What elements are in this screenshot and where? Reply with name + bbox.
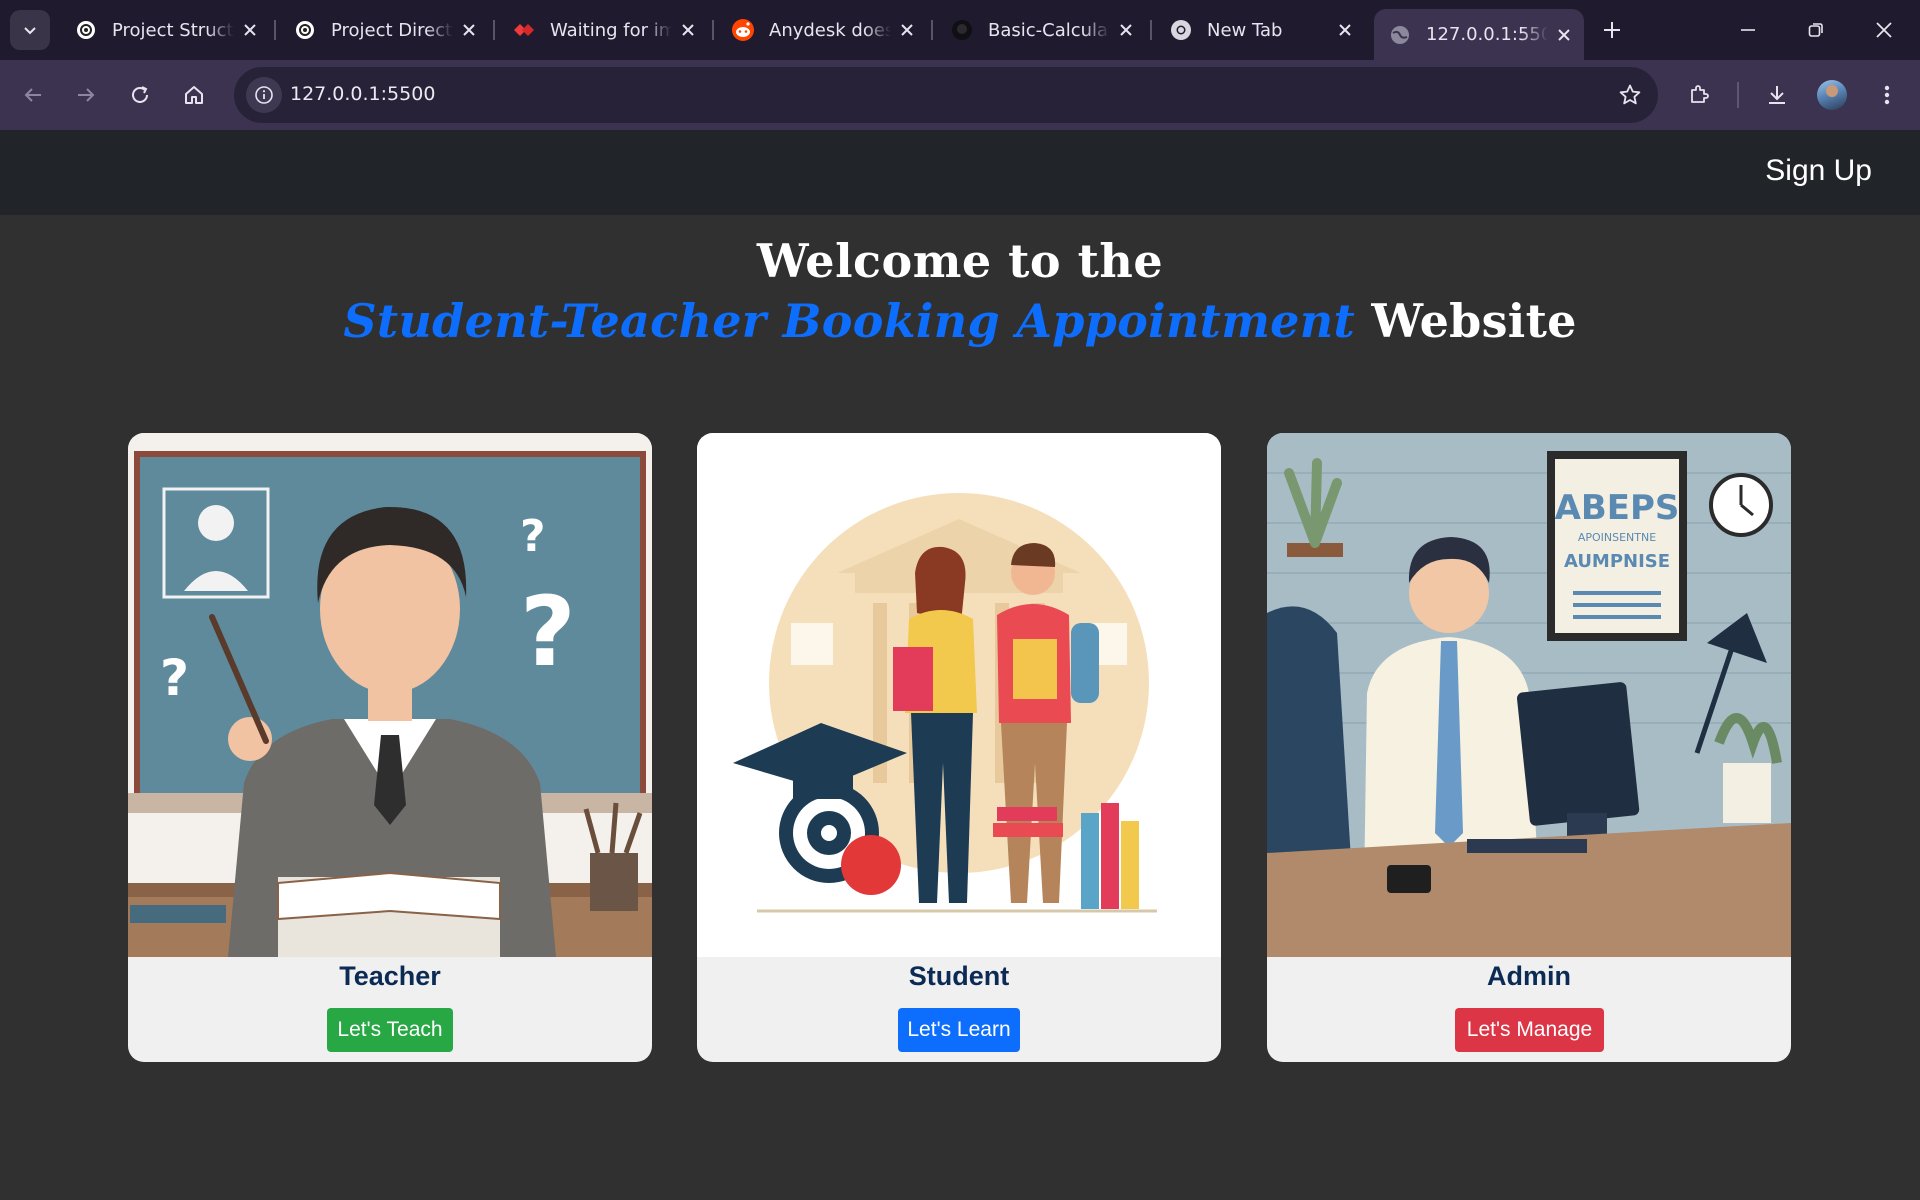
student-title: Student — [908, 961, 1010, 991]
anydesk-icon — [512, 18, 536, 42]
tab-title: Project Directo — [331, 19, 453, 41]
teacher-title: Teacher — [339, 961, 441, 991]
close-tab-icon[interactable] — [240, 20, 260, 40]
star-icon — [1619, 84, 1641, 105]
tab-title: Waiting for im — [550, 19, 672, 41]
reddit-icon — [731, 18, 755, 42]
svg-text:?: ? — [520, 576, 576, 688]
tab-separator — [274, 20, 276, 40]
lets-teach-button[interactable]: Let's Teach — [327, 1008, 453, 1052]
students-illustration — [697, 433, 1221, 957]
tab-title: 127.0.0.1:5500 — [1426, 24, 1548, 45]
bookmark-button[interactable] — [1616, 81, 1644, 109]
page-content: Sign Up Welcome to the Student-Teacher B… — [0, 130, 1920, 1200]
close-tab-icon[interactable] — [459, 20, 479, 40]
tab-title: Project Structu — [112, 19, 234, 41]
close-tab-icon[interactable] — [1116, 20, 1136, 40]
url-text[interactable]: 127.0.0.1:5500 — [290, 83, 435, 105]
tab-anydesk-reddit[interactable]: Anydesk does — [717, 9, 927, 51]
profile-avatar[interactable] — [1817, 80, 1847, 110]
chrome-icon — [1169, 18, 1193, 42]
svg-text:?: ? — [520, 511, 546, 562]
close-tab-icon[interactable] — [1335, 20, 1355, 40]
close-tab-icon[interactable] — [1554, 25, 1574, 45]
close-window-button[interactable] — [1864, 10, 1904, 50]
reload-button[interactable] — [119, 74, 161, 116]
tab-project-structure[interactable]: Project Structu — [60, 9, 270, 51]
downloads-button[interactable] — [1756, 74, 1798, 116]
plus-icon — [1604, 22, 1620, 38]
toolbar-separator — [1737, 82, 1739, 108]
chevron-down-icon — [24, 27, 36, 35]
home-icon — [185, 86, 203, 104]
more-vertical-icon — [1884, 85, 1890, 105]
forward-button[interactable] — [65, 74, 107, 116]
arrow-left-icon — [24, 88, 41, 102]
teacher-illustration: ? ? ? — [128, 433, 652, 957]
poster-line-1: ABEPS — [1555, 488, 1680, 528]
github-icon — [950, 18, 974, 42]
tab-strip: Project Structu Project Directo Waiting … — [0, 0, 1920, 60]
heading-line-2: Student-Teacher Booking Appointment Webs… — [0, 290, 1920, 352]
tab-separator — [712, 20, 714, 40]
new-tab-button[interactable] — [1594, 12, 1630, 48]
arrow-right-icon — [78, 88, 95, 102]
chatgpt-icon — [293, 18, 317, 42]
download-icon — [1769, 86, 1785, 104]
extensions-button[interactable] — [1678, 74, 1720, 116]
tab-waiting-for-image[interactable]: Waiting for im — [498, 9, 708, 51]
tab-separator — [493, 20, 495, 40]
tab-separator — [1150, 20, 1152, 40]
teacher-card: ? ? ? Teacher Let's Teach — [128, 433, 652, 1062]
lets-manage-button[interactable]: Let's Manage — [1455, 1008, 1604, 1052]
svg-text:?: ? — [160, 649, 189, 707]
page-heading: Welcome to the Student-Teacher Booking A… — [0, 232, 1920, 352]
tab-title: New Tab — [1207, 19, 1283, 41]
admin-illustration: ABEPS APOINSENTNE AUMPNISE — [1267, 433, 1791, 957]
close-tab-icon[interactable] — [678, 20, 698, 40]
heading-line-1: Welcome to the — [756, 234, 1164, 288]
info-icon — [255, 86, 273, 104]
tab-new-tab[interactable]: New Tab — [1155, 9, 1365, 51]
chatgpt-icon — [74, 18, 98, 42]
tab-search-button[interactable] — [10, 10, 50, 50]
site-info-button[interactable] — [246, 77, 282, 113]
student-card: Student Let's Learn — [697, 433, 1221, 1062]
heading-accent: Student-Teacher Booking Appointment — [343, 294, 1356, 348]
tab-basic-calculator[interactable]: Basic-Calculat — [936, 9, 1146, 51]
sign-up-link[interactable]: Sign Up — [1765, 154, 1872, 188]
puzzle-icon — [1691, 85, 1709, 103]
minimize-button[interactable] — [1728, 10, 1768, 50]
admin-title: Admin — [1487, 961, 1571, 991]
address-bar[interactable]: 127.0.0.1:5500 — [234, 67, 1658, 123]
tab-title: Anydesk does — [769, 19, 891, 41]
heading-rest: Website — [1371, 294, 1577, 348]
poster-line-3: AUMPNISE — [1564, 551, 1670, 572]
reload-icon — [132, 86, 148, 103]
restore-button[interactable] — [1796, 10, 1836, 50]
lets-learn-button[interactable]: Let's Learn — [898, 1008, 1020, 1052]
site-navbar: Sign Up — [0, 130, 1920, 215]
tab-project-directory[interactable]: Project Directo — [279, 9, 489, 51]
globe-icon — [1388, 23, 1412, 47]
back-button[interactable] — [12, 74, 54, 116]
browser-menu-button[interactable] — [1866, 74, 1908, 116]
browser-toolbar: 127.0.0.1:5500 — [0, 60, 1920, 130]
tab-separator — [931, 20, 933, 40]
poster-line-2: APOINSENTNE — [1578, 531, 1656, 544]
minimize-icon — [1741, 29, 1755, 31]
home-button[interactable] — [173, 74, 215, 116]
admin-card: ABEPS APOINSENTNE AUMPNISE Admin Let's M… — [1267, 433, 1791, 1062]
restore-icon — [1808, 23, 1823, 37]
close-tab-icon[interactable] — [897, 20, 917, 40]
tab-title: Basic-Calculat — [988, 19, 1110, 41]
tab-localhost-active[interactable]: 127.0.0.1:5500 — [1374, 9, 1584, 60]
close-icon — [1876, 22, 1892, 38]
